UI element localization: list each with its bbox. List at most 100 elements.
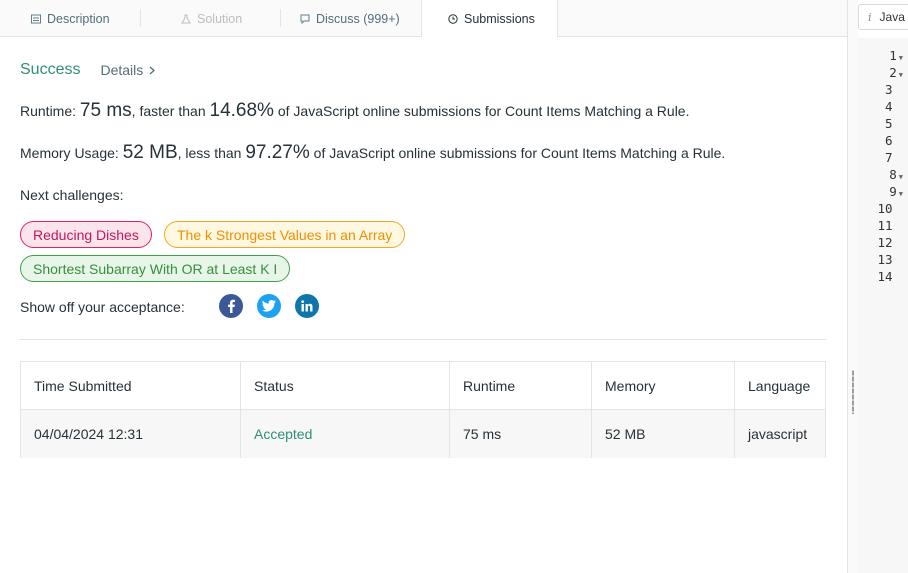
tab-bar: Description Solution Discuss (999+) Subm…	[0, 0, 847, 38]
fold-arrow-icon	[895, 207, 903, 215]
runtime-mid: , faster than	[131, 103, 210, 119]
challenge-pill-hard[interactable]: Reducing Dishes	[20, 221, 152, 248]
linkedin-icon[interactable]	[295, 294, 319, 318]
line-number-label: 13	[877, 252, 893, 267]
submission-detail-panel: Success Details Runtime: 75 ms, faster t…	[0, 37, 847, 573]
comment-icon	[299, 13, 310, 24]
drag-handle-icon[interactable]	[852, 370, 854, 414]
flask-icon	[180, 13, 191, 24]
header-memory: Memory	[592, 362, 735, 410]
language-select[interactable]: i Java	[858, 4, 908, 30]
memory-value: 52 MB	[122, 142, 178, 163]
challenge-pill-medium[interactable]: The k Strongest Values in an Array	[164, 221, 406, 248]
header-time-submitted: Time Submitted	[21, 362, 241, 410]
line-number: 13	[863, 252, 903, 267]
facebook-icon[interactable]	[219, 294, 243, 318]
fold-arrow-icon	[895, 275, 903, 283]
status-success: Success	[20, 61, 81, 78]
panel-splitter[interactable]	[847, 0, 858, 573]
line-number-label: 3	[885, 82, 893, 97]
tab-discuss-label: Discuss (999+)	[316, 11, 400, 26]
line-number-label: 1	[889, 48, 897, 63]
memory-percent: 97.27%	[245, 142, 310, 163]
memory-label: Memory Usage:	[20, 145, 123, 161]
clock-icon	[447, 14, 458, 25]
info-icon: i	[868, 10, 872, 24]
fold-arrow-icon	[895, 156, 903, 164]
fold-arrow-icon[interactable]: ▼	[899, 173, 903, 181]
tab-submissions-label: Submissions	[464, 12, 535, 26]
tab-submissions[interactable]: Submissions	[421, 0, 558, 38]
tab-divider	[140, 9, 141, 27]
next-challenges-label: Next challenges:	[20, 187, 124, 203]
runtime-percent: 14.68%	[209, 100, 274, 121]
line-number: 7	[863, 150, 903, 165]
header-status: Status	[241, 362, 450, 410]
fold-arrow-icon	[895, 139, 903, 147]
fold-arrow-icon	[895, 241, 903, 249]
share-label: Show off your acceptance:	[20, 299, 185, 315]
line-number-label: 12	[877, 235, 893, 250]
tab-divider	[280, 9, 281, 27]
line-number: 12	[863, 235, 903, 250]
cell-language: javascript	[748, 426, 808, 442]
details-label: Details	[100, 62, 144, 78]
line-number-label: 14	[877, 269, 893, 284]
header-language: Language	[748, 378, 811, 394]
chevron-right-icon	[149, 62, 156, 78]
line-number-label: 4	[885, 99, 893, 114]
cell-time-submitted: 04/04/2024 12:31	[21, 410, 241, 458]
submissions-table: Time Submitted Status Runtime Memory Lan…	[20, 361, 826, 458]
tab-solution[interactable]: Solution	[180, 0, 242, 37]
header-runtime: Runtime	[450, 362, 592, 410]
line-number: 2 ▼	[863, 65, 903, 80]
line-number: 9 ▼	[863, 184, 903, 199]
line-number: 6	[863, 133, 903, 148]
tab-description-label: Description	[47, 11, 110, 26]
fold-arrow-icon	[895, 224, 903, 232]
runtime-tail: of JavaScript online submissions for Cou…	[273, 103, 690, 119]
code-editor: i Java 1 ▼ 2 ▼ 3 4 5 6 7 8 ▼ 9 ▼ 10 11 12 13 14	[858, 0, 908, 573]
runtime-value: 75 ms	[79, 100, 132, 121]
line-number-gutter: 1 ▼ 2 ▼ 3 4 5 6 7 8 ▼ 9 ▼ 10 11 12 13 14	[858, 38, 908, 573]
line-number: 3	[863, 82, 903, 97]
line-number-label: 8	[889, 167, 897, 182]
fold-arrow-icon	[895, 258, 903, 266]
twitter-icon[interactable]	[257, 294, 281, 318]
divider	[20, 339, 826, 340]
line-number: 4	[863, 99, 903, 114]
fold-arrow-icon[interactable]: ▼	[899, 190, 903, 198]
cell-memory: 52 MB	[592, 410, 735, 458]
line-number: 10	[863, 201, 903, 216]
memory-line: Memory Usage: 52 MB, less than 97.27% of…	[20, 142, 725, 164]
language-select-value: Java	[879, 10, 905, 24]
line-number: 8 ▼	[863, 167, 903, 182]
runtime-line: Runtime: 75 ms, faster than 14.68% of Ja…	[20, 100, 689, 122]
details-link[interactable]: Details	[100, 62, 156, 78]
line-number: 14	[863, 269, 903, 284]
fold-arrow-icon	[895, 88, 903, 96]
line-number-label: 6	[885, 133, 893, 148]
cell-status-accepted[interactable]: Accepted	[241, 410, 450, 458]
tab-description[interactable]: Description	[30, 0, 110, 37]
cell-runtime: 75 ms	[450, 410, 592, 458]
memory-tail: of JavaScript online submissions for Cou…	[309, 145, 726, 161]
fold-arrow-icon	[895, 105, 903, 113]
table-row[interactable]: 04/04/2024 12:31 Accepted 75 ms 52 MB ja…	[21, 410, 825, 458]
line-number-label: 5	[885, 116, 893, 131]
line-number: 5	[863, 116, 903, 131]
tab-discuss[interactable]: Discuss (999+)	[299, 0, 400, 37]
line-number-label: 7	[885, 150, 893, 165]
fold-arrow-icon[interactable]: ▼	[899, 71, 903, 79]
line-number: 11	[863, 218, 903, 233]
line-number-label: 9	[889, 184, 897, 199]
fold-arrow-icon[interactable]: ▼	[899, 54, 903, 62]
memory-mid: , less than	[177, 145, 246, 161]
description-icon	[30, 13, 41, 24]
fold-arrow-icon	[895, 122, 903, 130]
line-number-label: 10	[877, 201, 893, 216]
line-number-label: 11	[877, 218, 893, 233]
challenge-pill-easy[interactable]: Shortest Subarray With OR at Least K I	[20, 255, 291, 282]
tab-solution-label: Solution	[197, 11, 243, 26]
runtime-label: Runtime:	[20, 103, 80, 119]
